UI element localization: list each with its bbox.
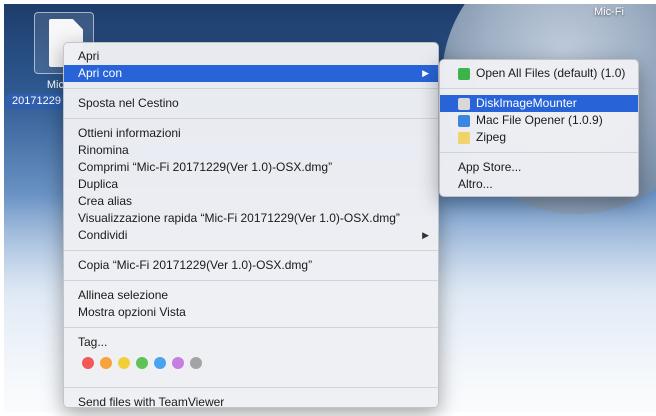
menu-separator (64, 88, 438, 89)
menu-item-label: Condividi (78, 228, 128, 242)
menu-item-copia[interactable]: Copia “Mic-Fi 20171229(Ver 1.0)-OSX.dmg” (64, 257, 438, 274)
menu-item-visualizzazione-rapida[interactable]: Visualizzazione rapida “Mic-Fi 20171229(… (64, 210, 438, 227)
green-app-icon (458, 67, 470, 80)
tag-red-dot[interactable] (82, 357, 94, 369)
menu-item-duplica[interactable]: Duplica (64, 176, 438, 193)
menu-item-sposta-cestino[interactable]: Sposta nel Cestino (64, 95, 438, 112)
submenu-item-open-all-files[interactable]: Open All Files (default) (1.0) (440, 65, 638, 82)
menu-item-apri[interactable]: Apri (64, 48, 438, 65)
menu-item-label: Apri con (78, 66, 123, 80)
menu-item-mostra-opzioni-vista[interactable]: Mostra opzioni Vista (64, 304, 438, 321)
menu-separator (440, 152, 638, 153)
zipeg-icon (458, 131, 470, 144)
volume-label[interactable]: Mic-Fi (594, 6, 624, 18)
menu-separator (64, 280, 438, 281)
menu-separator (64, 250, 438, 251)
tag-green-dot[interactable] (136, 357, 148, 369)
menu-separator (64, 327, 438, 328)
submenu-item-label: Zipeg (476, 130, 507, 144)
menu-item-rinomina[interactable]: Rinomina (64, 142, 438, 159)
menu-item-allinea-selezione[interactable]: Allinea selezione (64, 287, 438, 304)
submenu-item-app-store[interactable]: App Store... (440, 159, 638, 176)
open-with-submenu: Open All Files (default) (1.0) DiskImage… (439, 59, 639, 197)
menu-item-tag[interactable]: Tag... (64, 334, 438, 351)
chevron-right-icon: ▶ (422, 230, 429, 240)
submenu-item-label: Open All Files (default) (1.0) (476, 66, 626, 80)
menu-separator (440, 88, 638, 89)
file-label-line2: 20171229 (6, 94, 64, 109)
tag-blue-dot[interactable] (154, 357, 166, 369)
context-menu: Apri Apri con ▶ Sposta nel Cestino Ottie… (63, 42, 439, 411)
menu-item-ottieni-informazioni[interactable]: Ottieni informazioni (64, 125, 438, 142)
menu-item-teamviewer[interactable]: Send files with TeamViewer (64, 394, 438, 411)
menu-item-condividi[interactable]: Condividi ▶ (64, 227, 438, 244)
tag-purple-dot[interactable] (172, 357, 184, 369)
tag-orange-dot[interactable] (100, 357, 112, 369)
file-opener-icon (458, 114, 470, 127)
tag-gray-dot[interactable] (190, 357, 202, 369)
submenu-item-diskimagemounter[interactable]: DiskImageMounter (440, 95, 638, 112)
submenu-item-mac-file-opener[interactable]: Mac File Opener (1.0.9) (440, 112, 638, 129)
menu-separator (64, 387, 438, 388)
menu-item-crea-alias[interactable]: Crea alias (64, 193, 438, 210)
file-label-line1: Mic (46, 79, 64, 91)
disk-image-icon (458, 97, 470, 110)
menu-item-apri-con[interactable]: Apri con ▶ (64, 65, 438, 82)
submenu-item-label: Mac File Opener (1.0.9) (476, 113, 603, 127)
menu-separator (64, 118, 438, 119)
submenu-item-zipeg[interactable]: Zipeg (440, 129, 638, 146)
tag-yellow-dot[interactable] (118, 357, 130, 369)
submenu-item-altro[interactable]: Altro... (440, 176, 638, 193)
chevron-right-icon: ▶ (422, 68, 429, 78)
submenu-item-label: DiskImageMounter (476, 96, 577, 110)
file-label[interactable]: Mic 20171229 (6, 78, 64, 109)
tag-color-row (64, 351, 438, 373)
menu-item-comprimi[interactable]: Comprimi “Mic-Fi 20171229(Ver 1.0)-OSX.d… (64, 159, 438, 176)
